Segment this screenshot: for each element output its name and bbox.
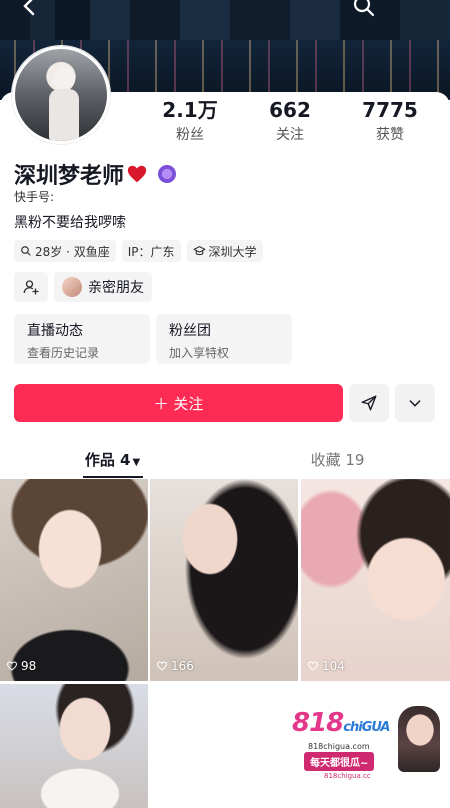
caret-down-icon: ▼ xyxy=(132,457,141,468)
profile-stats: 2.1万 粉丝 662 关注 7775 获赞 xyxy=(140,98,440,148)
tag-school[interactable]: 深圳大学 xyxy=(186,240,263,262)
fan-club-title: 粉丝团 xyxy=(169,323,211,339)
avatar-head-shape xyxy=(53,67,75,91)
heart-outline-icon xyxy=(156,661,168,671)
close-friend-avatar xyxy=(62,277,82,297)
work-thumbnail[interactable]: 98 xyxy=(0,479,148,681)
search-icon xyxy=(21,246,31,256)
action-row: ＋ 关注 xyxy=(14,384,435,422)
tab-works-label: 作品 4 xyxy=(84,451,131,469)
content-tabs: 作品 4 ▼ 收藏 19 xyxy=(0,440,450,478)
work-likes-count: 166 xyxy=(171,659,194,673)
tag-school-text: 深圳大学 xyxy=(208,244,257,259)
close-friends-label: 亲密朋友 xyxy=(88,280,144,296)
work-thumbnail[interactable]: 166 xyxy=(150,479,298,681)
ad-logo-main: 818 xyxy=(292,708,344,738)
ad-banner[interactable]: 818chiGUA 818chigua.com 每天都很瓜~ 818chigua… xyxy=(286,700,442,784)
ad-site: 818chigua.com xyxy=(308,742,370,751)
tab-favorites-label: 收藏 19 xyxy=(310,451,365,469)
live-history-card[interactable]: 直播动态 查看历史记录 xyxy=(14,314,150,364)
work-thumbnail[interactable] xyxy=(0,684,148,808)
stat-likes[interactable]: 7775 获赞 xyxy=(340,98,440,148)
profile-name: 深圳梦老师 xyxy=(14,164,125,189)
fan-club-subtitle: 加入享特权 xyxy=(169,346,230,360)
work-likes: 104 xyxy=(307,659,345,673)
profile-bio: 黑粉不要给我啰嗦 xyxy=(14,215,126,231)
banner-skyline xyxy=(0,0,450,40)
stat-likes-value: 7775 xyxy=(362,98,418,122)
close-friends-button[interactable]: 亲密朋友 xyxy=(54,272,152,302)
more-options-button[interactable] xyxy=(395,384,435,422)
avatar[interactable] xyxy=(12,46,110,144)
add-user-icon xyxy=(23,280,39,295)
kuaishou-id[interactable]: 快手号: xyxy=(14,188,54,205)
ad-logo: 818chiGUA xyxy=(292,708,390,738)
chevron-down-icon xyxy=(409,400,421,407)
back-icon[interactable] xyxy=(18,0,42,18)
work-thumbnail[interactable]: 104 xyxy=(301,479,450,681)
work-likes: 98 xyxy=(6,659,36,673)
work-likes: 166 xyxy=(156,659,194,673)
stat-likes-label: 获赞 xyxy=(376,127,404,143)
ad-slogan: 每天都很瓜~ xyxy=(304,752,375,771)
work-likes-count: 98 xyxy=(21,659,37,673)
heart-outline-icon xyxy=(6,661,18,671)
profile-name-row: 深圳梦老师 xyxy=(14,158,177,190)
add-friend-button[interactable] xyxy=(14,272,48,302)
share-button[interactable] xyxy=(349,384,389,422)
feature-row: 直播动态 查看历史记录 粉丝团 加入享特权 xyxy=(14,314,292,364)
fan-club-card[interactable]: 粉丝团 加入享特权 xyxy=(156,314,292,364)
stat-fans-value: 2.1万 xyxy=(162,98,218,122)
ad-model-image xyxy=(398,706,440,772)
tag-age-zodiac-text: 28岁 · 双鱼座 xyxy=(35,244,110,259)
work-likes-count: 104 xyxy=(322,659,345,673)
ad-footer: 818chigua.cc xyxy=(324,772,371,780)
heart-outline-icon xyxy=(307,661,319,671)
stat-following-value: 662 xyxy=(269,98,311,122)
tab-favorites[interactable]: 收藏 19 xyxy=(225,440,450,478)
profile-tags: 28岁 · 双鱼座 IP：广东 深圳大学 xyxy=(14,240,263,262)
live-history-title: 直播动态 xyxy=(27,323,83,339)
friends-row: 亲密朋友 xyxy=(14,272,152,302)
stat-following[interactable]: 662 关注 xyxy=(240,98,340,148)
follow-button[interactable]: ＋ 关注 xyxy=(14,384,343,422)
verified-badge-icon[interactable] xyxy=(158,165,177,183)
live-history-subtitle: 查看历史记录 xyxy=(27,346,100,360)
stat-fans[interactable]: 2.1万 粉丝 xyxy=(140,98,240,148)
stat-following-label: 关注 xyxy=(276,127,304,143)
tag-ip-location: IP：广东 xyxy=(121,240,181,262)
tag-age-zodiac: 28岁 · 双鱼座 xyxy=(14,240,116,262)
stat-fans-label: 粉丝 xyxy=(176,127,204,143)
send-icon xyxy=(361,395,377,411)
tag-ip-location-text: IP：广东 xyxy=(127,244,175,259)
avatar-body-shape xyxy=(49,89,79,141)
search-icon[interactable] xyxy=(352,0,376,18)
school-icon xyxy=(193,246,205,256)
heart-icon xyxy=(127,165,147,183)
tab-works[interactable]: 作品 4 ▼ xyxy=(0,440,225,478)
ad-logo-sub: chiGUA xyxy=(343,720,390,735)
